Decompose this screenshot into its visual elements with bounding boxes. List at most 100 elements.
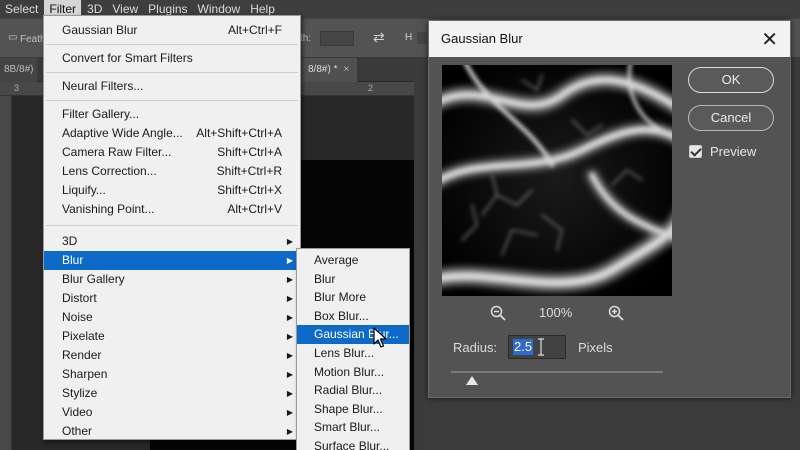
ruler-mark: 3: [14, 83, 20, 93]
ruler-mark: 2: [368, 83, 374, 93]
menu-separator: [46, 225, 298, 226]
photoshop-screen: Select Filter 3D View Plugins Window Hel…: [0, 0, 800, 450]
width-field[interactable]: [320, 31, 354, 46]
feather-label: Feath: [20, 34, 46, 45]
blur-item-shape-blur[interactable]: Shape Blur...: [297, 400, 409, 419]
close-icon[interactable]: ✕: [761, 27, 778, 52]
filter-menu-item-3d[interactable]: 3D ▶: [44, 232, 300, 251]
menu-item-label: Camera Raw Filter...: [62, 145, 172, 159]
menu-item-label: Video: [62, 405, 93, 419]
submenu-arrow-icon: ▶: [286, 275, 293, 284]
filter-menu-item-noise[interactable]: Noise ▶: [44, 308, 300, 327]
blur-item-blur[interactable]: Blur: [297, 270, 409, 289]
dialog-title: Gaussian Blur: [441, 31, 523, 46]
filter-menu-item-stylize[interactable]: Stylize ▶: [44, 384, 300, 403]
blur-item-average[interactable]: Average: [297, 251, 409, 270]
filter-menu-item-last-filter[interactable]: Gaussian Blur Alt+Ctrl+F: [44, 21, 300, 40]
menu-item-label: Render: [62, 348, 102, 362]
menu-separator: [46, 100, 298, 101]
menu-separator: [46, 44, 298, 45]
filter-menu-item-sharpen[interactable]: Sharpen ▶: [44, 365, 300, 384]
menu-item-shortcut: Shift+Ctrl+A: [217, 145, 282, 159]
preview-image-art: [442, 65, 672, 296]
radius-slider-track[interactable]: [451, 371, 663, 373]
blur-preview-image[interactable]: [442, 65, 672, 296]
filter-menu-item-other[interactable]: Other ▶: [44, 422, 300, 441]
filter-menu-item-distort[interactable]: Distort ▶: [44, 289, 300, 308]
submenu-arrow-icon: ▶: [286, 389, 293, 398]
blur-item-motion-blur[interactable]: Motion Blur...: [297, 363, 409, 382]
filter-menu-item-blur[interactable]: Blur ▶: [44, 251, 300, 270]
menu-select[interactable]: Select: [0, 0, 43, 18]
filter-menu-item-camera-raw[interactable]: Camera Raw Filter... Shift+Ctrl+A: [44, 143, 300, 162]
menu-item-label: Pixelate: [62, 329, 105, 343]
menu-item-label: Gaussian Blur: [62, 23, 138, 37]
document-tab-label: 8/8#) *: [308, 64, 338, 75]
preview-checkbox[interactable]: [689, 145, 702, 158]
submenu-arrow-icon: ▶: [286, 351, 293, 360]
menu-item-label: Stylize: [62, 386, 98, 400]
blur-item-radial-blur[interactable]: Radial Blur...: [297, 381, 409, 400]
menu-item-label: Sharpen: [62, 367, 108, 381]
filter-menu-item-pixelate[interactable]: Pixelate ▶: [44, 327, 300, 346]
tool-preset-icon[interactable]: ▭: [8, 32, 17, 43]
mouse-cursor-icon: [373, 327, 387, 348]
width-label: th:: [300, 33, 312, 44]
submenu-arrow-icon: ▶: [286, 237, 293, 246]
menu-item-label: Liquify...: [62, 183, 106, 197]
dialog-title-bar[interactable]: Gaussian Blur ✕: [429, 21, 790, 57]
menu-item-label: Other: [62, 424, 93, 438]
blur-item-lens-blur[interactable]: Lens Blur...: [297, 344, 409, 363]
menu-item-label: Noise: [62, 310, 93, 324]
zoom-out-icon[interactable]: [490, 305, 506, 321]
filter-menu-item-vanishing-point[interactable]: Vanishing Point... Alt+Ctrl+V: [44, 200, 300, 219]
menu-item-label: Neural Filters...: [62, 79, 144, 93]
swap-icon[interactable]: ⇄: [373, 29, 385, 46]
radius-label: Radius:: [453, 340, 498, 355]
text-cursor-icon: [538, 338, 544, 356]
menu-item-label: 3D: [62, 234, 78, 248]
menu-item-label: Adaptive Wide Angle...: [62, 126, 183, 140]
menu-item-shortcut: Shift+Ctrl+R: [216, 164, 282, 178]
submenu-arrow-icon: ▶: [286, 427, 293, 436]
submenu-arrow-icon: ▶: [286, 332, 293, 341]
submenu-arrow-icon: ▶: [286, 256, 293, 265]
filter-menu-item-blur-gallery[interactable]: Blur Gallery ▶: [44, 270, 300, 289]
filter-menu-item-adaptive[interactable]: Adaptive Wide Angle... Alt+Shift+Ctrl+A: [44, 124, 300, 143]
filter-menu-item-lens-correction[interactable]: Lens Correction... Shift+Ctrl+R: [44, 162, 300, 181]
filter-menu-item-gallery[interactable]: Filter Gallery...: [44, 105, 300, 124]
blur-item-box-blur[interactable]: Box Blur...: [297, 307, 409, 326]
blur-item-blur-more[interactable]: Blur More: [297, 288, 409, 307]
blur-item-gaussian-blur[interactable]: Gaussian Blur...: [297, 325, 409, 344]
ok-button[interactable]: OK: [688, 67, 774, 93]
blur-submenu: Average Blur Blur More Box Blur... Gauss…: [296, 248, 410, 450]
menu-item-shortcut: Alt+Ctrl+F: [227, 23, 282, 37]
menu-item-shortcut: Alt+Ctrl+V: [227, 202, 282, 216]
filter-menu-item-neural[interactable]: Neural Filters...: [44, 77, 300, 96]
filter-menu: Gaussian Blur Alt+Ctrl+F Convert for Smar…: [43, 15, 301, 440]
close-tab-icon[interactable]: ×: [343, 64, 349, 75]
blur-item-smart-blur[interactable]: Smart Blur...: [297, 418, 409, 437]
filter-menu-item-liquify[interactable]: Liquify... Shift+Ctrl+X: [44, 181, 300, 200]
menu-item-label: Lens Correction...: [62, 164, 157, 178]
submenu-arrow-icon: ▶: [286, 408, 293, 417]
filter-menu-item-video[interactable]: Video ▶: [44, 403, 300, 422]
radius-value: 2.5: [513, 339, 534, 355]
menu-item-shortcut: Alt+Shift+Ctrl+A: [196, 126, 282, 140]
document-tab[interactable]: 8B/8#): [0, 58, 38, 82]
vertical-ruler: [0, 96, 12, 450]
menu-separator: [46, 72, 298, 73]
gaussian-blur-dialog: Gaussian Blur ✕ OK Cancel Preview 100% R…: [428, 20, 791, 398]
radius-input[interactable]: 2.5: [508, 335, 566, 359]
cancel-button[interactable]: Cancel: [688, 105, 774, 131]
menu-item-label: Blur: [62, 253, 84, 267]
submenu-arrow-icon: ▶: [286, 313, 293, 322]
filter-menu-item-convert-smart[interactable]: Convert for Smart Filters: [44, 49, 300, 68]
filter-menu-item-render[interactable]: Render ▶: [44, 346, 300, 365]
units-label: Pixels: [578, 340, 613, 355]
radius-slider-thumb[interactable]: [466, 376, 479, 385]
menu-item-shortcut: Shift+Ctrl+X: [217, 183, 282, 197]
document-tab-active[interactable]: 8/8#) * ×: [300, 58, 358, 82]
blur-item-surface-blur[interactable]: Surface Blur...: [297, 437, 409, 450]
zoom-in-icon[interactable]: [608, 305, 624, 321]
